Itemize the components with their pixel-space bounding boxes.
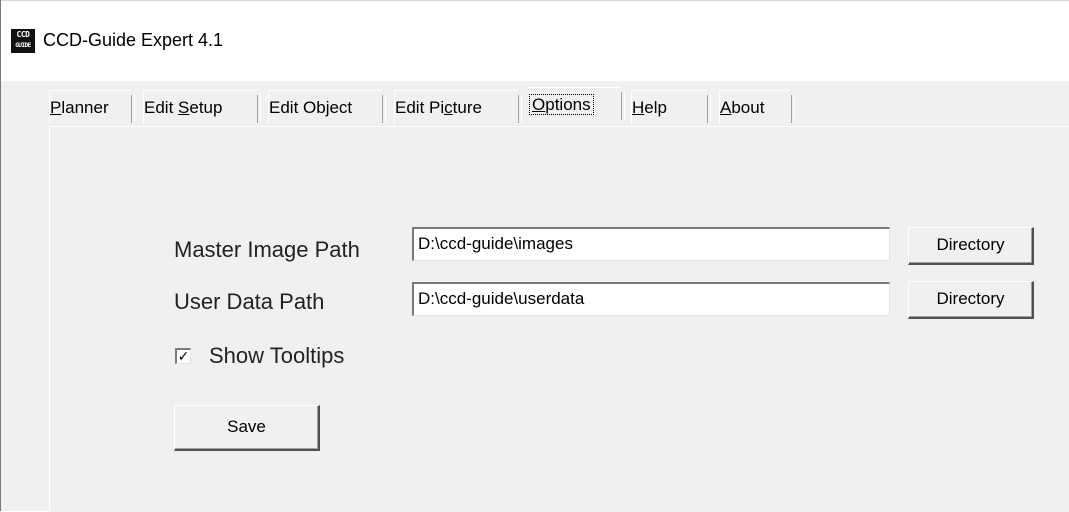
tab-separator (621, 92, 625, 120)
tab-options[interactable]: Options (529, 87, 625, 121)
tab-edit-object[interactable]: Edit Object (268, 90, 386, 124)
tab-label: Edit Object (269, 98, 353, 117)
save-button[interactable]: Save (174, 405, 320, 451)
options-panel: Master Image Path D:\ccd-guide\images Di… (49, 126, 1069, 512)
tab-edit-picture[interactable]: Edit Picture (394, 90, 522, 124)
tab-separator (257, 95, 261, 123)
title-bar[interactable]: CCD GUIDE CCD-Guide Expert 4.1 (1, 1, 1069, 81)
master-image-path-input[interactable]: D:\ccd-guide\images (412, 227, 890, 261)
master-image-path-label: Master Image Path (174, 237, 360, 262)
tab-separator (791, 95, 795, 123)
tab-separator (707, 95, 711, 123)
window-title: CCD-Guide Expert 4.1 (43, 30, 224, 50)
tab-label: Edit Picture (395, 98, 482, 117)
tab-label: Help (632, 98, 667, 117)
tab-separator (518, 95, 522, 123)
master-image-directory-button[interactable]: Directory (908, 227, 1034, 265)
show-tooltips-label[interactable]: Show Tooltips (209, 343, 344, 369)
user-data-directory-button[interactable]: Directory (908, 281, 1034, 319)
tab-planner[interactable]: Planner (49, 90, 135, 124)
tab-separator (382, 95, 386, 123)
user-data-path-input[interactable]: D:\ccd-guide\userdata (412, 282, 890, 316)
tab-label: About (720, 98, 765, 117)
tab-separator (131, 95, 135, 123)
app-window: CCD GUIDE CCD-Guide Expert 4.1 Planner Ed… (0, 0, 1069, 512)
tab-help[interactable]: Help (631, 90, 711, 124)
user-data-path-label: User Data Path (174, 289, 325, 314)
show-tooltips-checkbox[interactable]: ✓ (175, 348, 191, 364)
tab-label: Options (529, 94, 594, 115)
tab-about[interactable]: About (719, 90, 795, 124)
check-mark-icon: ✓ (177, 348, 190, 364)
tab-edit-setup[interactable]: Edit Setup (143, 90, 261, 124)
tab-label: Planner (50, 98, 109, 117)
app-logo-icon: CCD GUIDE (11, 29, 35, 53)
tab-label: Edit Setup (144, 98, 223, 117)
